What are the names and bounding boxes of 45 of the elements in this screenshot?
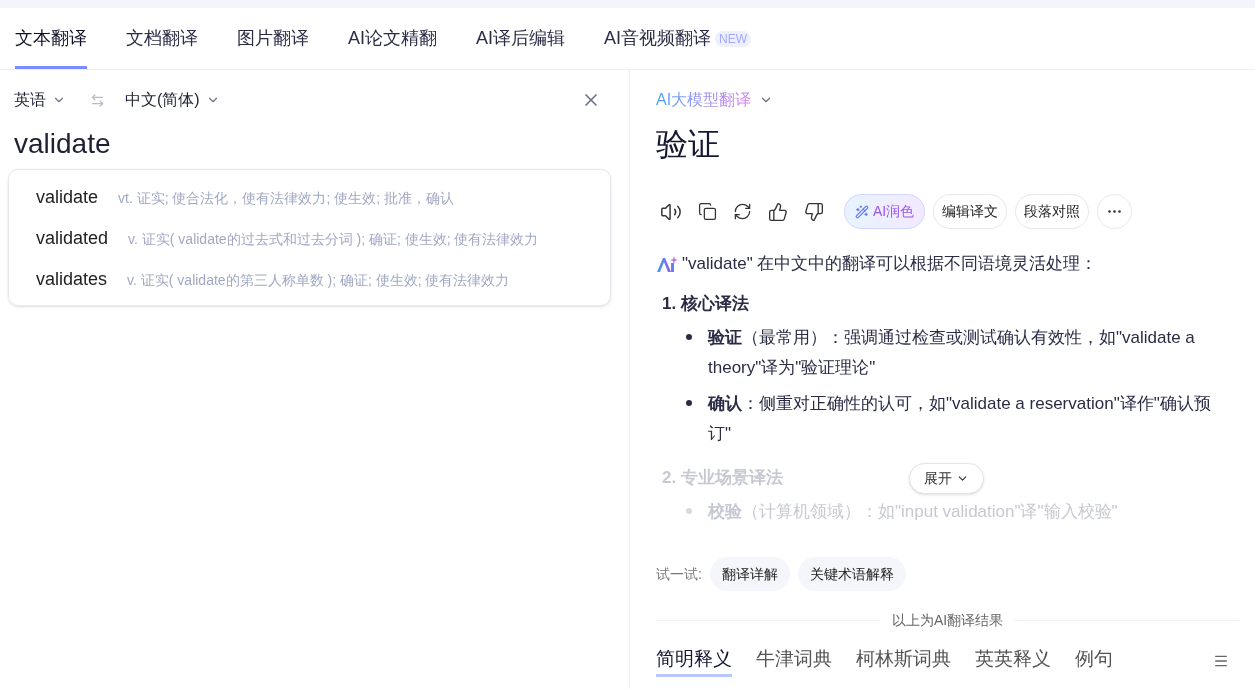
magic-wand-icon (855, 204, 869, 219)
ai-polish-button[interactable]: AI润色 (844, 194, 926, 229)
suggestion-definition: v. 证实( validate的第三人称单数 ); 确证; 使生效; 使有法律效力 (127, 271, 510, 290)
translation-result: 验证 (656, 125, 720, 164)
dictionary-tab[interactable]: 柯林斯词典 (856, 645, 951, 677)
bullet-text: 校验（计算机领域）：如"input validation"译"输入校验" (708, 500, 1119, 523)
section-heading: 2. 专业场景译法 (662, 466, 783, 489)
source-text-field[interactable]: validate (8, 124, 621, 164)
top-tab[interactable]: 文本翻译 (15, 8, 87, 69)
dictionary-tab[interactable]: 英英释义 (975, 645, 1051, 677)
dictionary-tab[interactable]: 例句 (1075, 645, 1113, 677)
section-heading: 1. 核心译法 (662, 292, 749, 315)
suggestion-word: validates (36, 268, 108, 291)
suggestion-item[interactable]: validated v. 证实( validate的过去式和过去分词 ); 确证; 使生效; 使有法律效力 (9, 217, 610, 258)
top-tab[interactable]: 图片翻译 (237, 8, 309, 69)
source-language-select[interactable]: 英语 (14, 88, 66, 112)
suggestion-chip[interactable]: 关键术语解释 (797, 557, 906, 591)
dictionary-tab[interactable]: 简明释义 (656, 645, 732, 677)
top-tab[interactable]: AI译后编辑 (476, 8, 566, 69)
thumbs-up-icon[interactable] (768, 201, 788, 222)
try-label: 试一试: (656, 564, 702, 584)
copy-icon[interactable] (698, 202, 717, 221)
new-badge: NEW (715, 30, 752, 47)
menu-icon[interactable] (1213, 653, 1229, 669)
suggestion-word: validate (36, 186, 99, 209)
suggestion-item[interactable]: validates v. 证实( validate的第三人称单数 ); 确证; 使生效; 使有法律效力 (9, 258, 610, 299)
divider-caption: 以上为AI翻译结果 (891, 610, 1004, 630)
top-tab[interactable]: AI论文精翻 (348, 8, 437, 69)
explanation-intro: "validate" 在中文中的翻译可以根据不同语境灵活处理： (682, 253, 1098, 275)
suggestion-chip[interactable]: 翻译详解 (709, 557, 790, 591)
more-icon (1108, 210, 1122, 213)
thumbs-down-icon[interactable] (804, 201, 824, 222)
refresh-icon[interactable] (733, 202, 752, 221)
suggestion-definition: v. 证实( validate的过去式和过去分词 ); 确证; 使生效; 使有法律效力 (128, 230, 539, 249)
expand-button[interactable]: 展开 (909, 462, 984, 494)
suggestion-word: validated (36, 227, 109, 250)
bullet-text: 验证（最常用）：强调通过检查或测试确认有效性，如"validate a theory"译为"验证理论" (708, 326, 1196, 379)
target-language-select[interactable]: 中文(简体) (125, 88, 220, 112)
suggestion-definition: vt. 证实; 使合法化，使有法律效力; 使生效; 批准，确认 (118, 189, 455, 208)
suggestion-item[interactable]: validate vt. 证实; 使合法化，使有法律效力; 使生效; 批准，确认 (9, 176, 610, 217)
ai-sparkle-icon (656, 254, 678, 273)
dictionary-tab[interactable]: 牛津词典 (756, 645, 832, 677)
top-tab[interactable]: AI音视频翻译 NEW (604, 8, 752, 69)
bullet-text: 确认：侧重对正确性的认可，如"validate a reservation"译作"确认预订" (708, 392, 1212, 445)
top-tab[interactable]: 文档翻译 (126, 8, 198, 69)
